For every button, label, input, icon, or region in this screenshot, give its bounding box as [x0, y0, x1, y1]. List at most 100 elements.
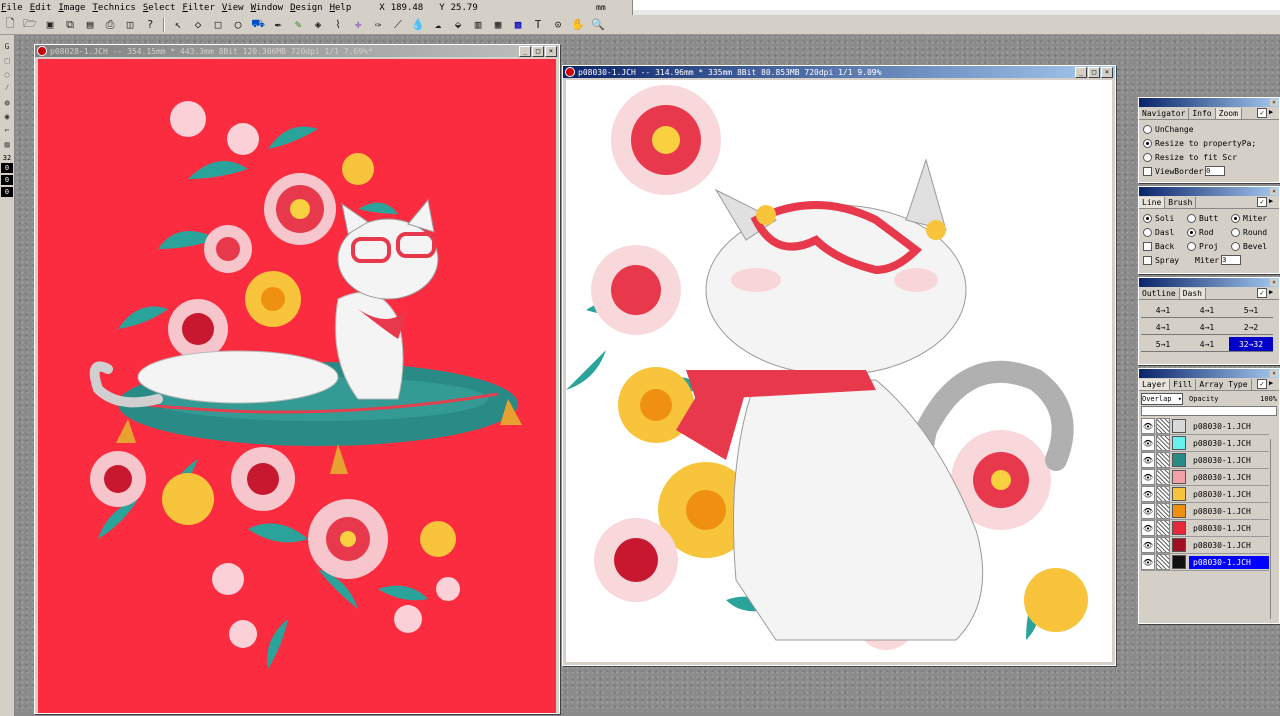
- line-palette-titlebar[interactable]: ×: [1139, 187, 1279, 196]
- airbrush-tool-icon[interactable]: ✑: [369, 16, 387, 34]
- value-field-b[interactable]: 0: [1, 175, 13, 185]
- eye-icon[interactable]: 👁: [1141, 469, 1155, 485]
- eye-icon[interactable]: 👁: [1141, 554, 1155, 570]
- layer-lock-icon[interactable]: [1156, 520, 1170, 536]
- mask-icon[interactable]: ▨: [1, 138, 13, 150]
- dash-pattern-cell[interactable]: 4→1: [1185, 303, 1229, 318]
- checkbox-spray[interactable]: [1143, 255, 1152, 265]
- tab-navigator[interactable]: Navigator: [1139, 107, 1190, 119]
- layer-lock-icon[interactable]: [1156, 469, 1170, 485]
- bucket-tool-icon[interactable]: ⛟: [249, 16, 267, 34]
- menu-edit[interactable]: Edit: [29, 1, 58, 15]
- tab-fill[interactable]: Fill: [1170, 378, 1197, 390]
- save-icon[interactable]: ▣: [41, 16, 59, 34]
- checkbox-back[interactable]: [1143, 241, 1152, 251]
- menu-view[interactable]: View: [221, 1, 250, 15]
- dash-pattern-cell[interactable]: 2→2: [1229, 320, 1273, 335]
- menu-file[interactable]: File: [0, 1, 29, 15]
- drop-tool-icon[interactable]: 💧: [409, 16, 427, 34]
- minimize-button[interactable]: _: [1075, 66, 1087, 78]
- radio-unchange[interactable]: [1143, 124, 1152, 134]
- layer-lock-icon[interactable]: [1156, 486, 1170, 502]
- pointer-tool-icon[interactable]: ↖: [169, 16, 187, 34]
- opacity-slider[interactable]: [1141, 406, 1277, 416]
- tab-zoom[interactable]: Zoom: [1215, 107, 1242, 119]
- tab-line[interactable]: Line: [1139, 196, 1166, 208]
- palette-check-icon[interactable]: ✓: [1257, 108, 1267, 118]
- select-g-icon[interactable]: G: [1, 40, 13, 52]
- layer-lock-icon[interactable]: [1156, 452, 1170, 468]
- radio-solid[interactable]: [1143, 213, 1152, 223]
- stamp-tool-icon[interactable]: ⬙: [449, 16, 467, 34]
- menu-filter[interactable]: Filter: [181, 1, 221, 15]
- eye-icon[interactable]: 👁: [1141, 486, 1155, 502]
- close-button[interactable]: ×: [545, 45, 557, 57]
- palette-menu-arrow-icon[interactable]: ▶: [1269, 108, 1277, 116]
- dash-pattern-cell[interactable]: 5→1: [1141, 337, 1185, 352]
- layer-lock-icon[interactable]: [1156, 554, 1170, 570]
- radio-resize-property[interactable]: [1143, 138, 1152, 148]
- document-window-left[interactable]: p08028-1.JCH -- 354.15mm * 443.3mm 8Bit …: [34, 44, 560, 714]
- palette-check-icon[interactable]: ✓: [1257, 197, 1267, 207]
- grid-tool-icon[interactable]: ▩: [509, 16, 527, 34]
- maximize-button[interactable]: □: [532, 45, 544, 57]
- layer-color-swatch[interactable]: [1172, 453, 1186, 467]
- layer-row[interactable]: 👁 p08030-1.JCH: [1141, 537, 1269, 554]
- layer-row[interactable]: 👁 p08030-1.JCH: [1141, 418, 1269, 435]
- eye-icon[interactable]: 👁: [1141, 418, 1155, 434]
- zoom-tool-icon[interactable]: 🔍: [589, 16, 607, 34]
- paste-icon[interactable]: ▤: [81, 16, 99, 34]
- pencil-tool-icon[interactable]: ✎: [289, 16, 307, 34]
- layer-row[interactable]: 👁 p08030-1.JCH: [1141, 503, 1269, 520]
- print-icon[interactable]: ⎙: [101, 16, 119, 34]
- checkbox-view-border[interactable]: [1143, 166, 1152, 176]
- design-canvas-left[interactable]: [38, 59, 556, 713]
- radio-miter[interactable]: [1231, 213, 1240, 223]
- dash-pattern-cell[interactable]: 4→1: [1141, 303, 1185, 318]
- radio-rod[interactable]: [1187, 227, 1196, 237]
- marquee-icon[interactable]: ⬚: [1, 54, 13, 66]
- menu-window[interactable]: Window: [250, 1, 290, 15]
- texture-tool-icon[interactable]: ▦: [489, 16, 507, 34]
- menu-help[interactable]: Help: [329, 1, 358, 15]
- lasso-icon[interactable]: ◌: [1, 68, 13, 80]
- menu-image[interactable]: Image: [57, 1, 91, 15]
- layer-color-swatch[interactable]: [1172, 436, 1186, 450]
- close-icon[interactable]: ×: [1270, 99, 1278, 106]
- layer-lock-icon[interactable]: [1156, 537, 1170, 553]
- wand-icon[interactable]: ⁄: [1, 82, 13, 94]
- palette-menu-arrow-icon[interactable]: ▶: [1269, 379, 1277, 387]
- layer-row[interactable]: 👁 p08030-1.JCH: [1141, 554, 1269, 571]
- eye-icon[interactable]: 👁: [1141, 520, 1155, 536]
- menu-select[interactable]: Select: [142, 1, 182, 15]
- view-border-input[interactable]: 0: [1205, 166, 1226, 176]
- radio-butt[interactable]: [1187, 213, 1196, 223]
- layer-lock-icon[interactable]: [1156, 503, 1170, 519]
- layer-palette-titlebar[interactable]: ×: [1139, 369, 1279, 378]
- brush-size-value[interactable]: 32: [1, 154, 13, 162]
- tab-outline[interactable]: Outline: [1139, 287, 1180, 299]
- radio-resize-fit[interactable]: [1143, 152, 1152, 162]
- rectangle-tool-icon[interactable]: □: [209, 16, 227, 34]
- crop-icon[interactable]: ⌐: [1, 124, 13, 136]
- layer-color-swatch[interactable]: [1172, 470, 1186, 484]
- minimize-button[interactable]: _: [519, 45, 531, 57]
- gradient-blob-icon[interactable]: ◍: [1, 96, 13, 108]
- tab-brush[interactable]: Brush: [1165, 196, 1197, 208]
- radio-dash[interactable]: [1143, 227, 1152, 237]
- palette-menu-arrow-icon[interactable]: ▶: [1269, 197, 1277, 205]
- layer-row[interactable]: 👁 p08030-1.JCH: [1141, 435, 1269, 452]
- design-canvas-right[interactable]: [566, 80, 1112, 662]
- close-icon[interactable]: ×: [1270, 370, 1278, 377]
- layer-list-scrollbar[interactable]: [1270, 439, 1279, 619]
- eye-icon[interactable]: 👁: [1141, 537, 1155, 553]
- palette-check-icon[interactable]: ✓: [1257, 288, 1267, 298]
- eye-icon[interactable]: 👁: [1141, 452, 1155, 468]
- dash-pattern-cell[interactable]: 4→1: [1185, 320, 1229, 335]
- eraser-tool-icon[interactable]: ◇: [189, 16, 207, 34]
- measure-tool-icon[interactable]: ⊙: [549, 16, 567, 34]
- dash-pattern-cell-selected[interactable]: 32→32: [1229, 337, 1273, 352]
- tab-array-type[interactable]: Array Type: [1196, 378, 1252, 390]
- layer-row[interactable]: 👁 p08030-1.JCH: [1141, 469, 1269, 486]
- layer-color-swatch[interactable]: [1172, 538, 1186, 552]
